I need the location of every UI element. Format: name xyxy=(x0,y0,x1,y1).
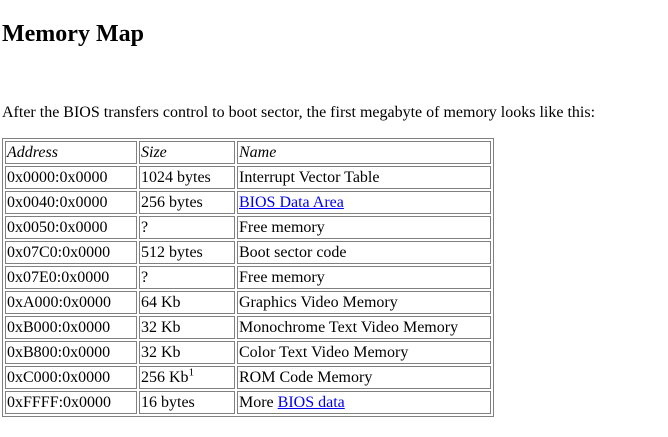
bios-data-area-link[interactable]: BIOS Data Area xyxy=(239,194,344,211)
memory-map-table: Address Size Name 0x0000:0x0000 1024 byt… xyxy=(2,138,494,417)
table-row: 0xB000:0x0000 32 Kb Monochrome Text Vide… xyxy=(5,316,491,339)
header-name: Name xyxy=(237,141,491,164)
name-cell: More BIOS data xyxy=(237,391,491,414)
address-cell: 0xA000:0x0000 xyxy=(5,291,137,314)
table-row: 0x0000:0x0000 1024 bytes Interrupt Vecto… xyxy=(5,166,491,189)
address-cell: 0x0050:0x0000 xyxy=(5,216,137,239)
size-cell: 256 bytes xyxy=(139,191,235,214)
bios-data-link[interactable]: BIOS data xyxy=(278,394,345,411)
size-cell: 512 bytes xyxy=(139,241,235,264)
name-cell: BIOS Data Area xyxy=(237,191,491,214)
intro-paragraph: After the BIOS transfers control to boot… xyxy=(2,104,596,121)
header-size: Size xyxy=(139,141,235,164)
size-cell: 32 Kb xyxy=(139,316,235,339)
name-cell: ROM Code Memory xyxy=(237,366,491,389)
address-cell: 0x07E0:0x0000 xyxy=(5,266,137,289)
size-cell: ? xyxy=(139,266,235,289)
size-cell: 16 bytes xyxy=(139,391,235,414)
name-cell: Free memory xyxy=(237,266,491,289)
name-prefix: More xyxy=(239,394,278,411)
address-cell: 0x07C0:0x0000 xyxy=(5,241,137,264)
footnote-marker: 1 xyxy=(188,366,195,379)
page-title: Memory Map xyxy=(2,21,144,47)
name-cell: Color Text Video Memory xyxy=(237,341,491,364)
address-cell: 0xFFFF:0x0000 xyxy=(5,391,137,414)
name-cell: Boot sector code xyxy=(237,241,491,264)
size-value: 256 Kb xyxy=(141,369,189,386)
size-cell: 1024 bytes xyxy=(139,166,235,189)
address-cell: 0xB000:0x0000 xyxy=(5,316,137,339)
size-cell: 64 Kb xyxy=(139,291,235,314)
table-row: 0xC000:0x0000 256 Kb1 ROM Code Memory xyxy=(5,366,491,389)
name-cell: Monochrome Text Video Memory xyxy=(237,316,491,339)
header-address: Address xyxy=(5,141,137,164)
address-cell: 0xB800:0x0000 xyxy=(5,341,137,364)
size-cell: ? xyxy=(139,216,235,239)
address-cell: 0x0040:0x0000 xyxy=(5,191,137,214)
name-cell: Graphics Video Memory xyxy=(237,291,491,314)
table-row: 0xB800:0x0000 32 Kb Color Text Video Mem… xyxy=(5,341,491,364)
table-row: 0xA000:0x0000 64 Kb Graphics Video Memor… xyxy=(5,291,491,314)
name-cell: Interrupt Vector Table xyxy=(237,166,491,189)
table-row: 0x0040:0x0000 256 bytes BIOS Data Area xyxy=(5,191,491,214)
name-cell: Free memory xyxy=(237,216,491,239)
table-header-row: Address Size Name xyxy=(5,141,491,164)
size-cell: 32 Kb xyxy=(139,341,235,364)
table-row: 0x0050:0x0000 ? Free memory xyxy=(5,216,491,239)
table-row: 0x07C0:0x0000 512 bytes Boot sector code xyxy=(5,241,491,264)
table-row: 0xFFFF:0x0000 16 bytes More BIOS data xyxy=(5,391,491,414)
table-row: 0x07E0:0x0000 ? Free memory xyxy=(5,266,491,289)
address-cell: 0x0000:0x0000 xyxy=(5,166,137,189)
size-cell: 256 Kb1 xyxy=(139,366,235,389)
address-cell: 0xC000:0x0000 xyxy=(5,366,137,389)
